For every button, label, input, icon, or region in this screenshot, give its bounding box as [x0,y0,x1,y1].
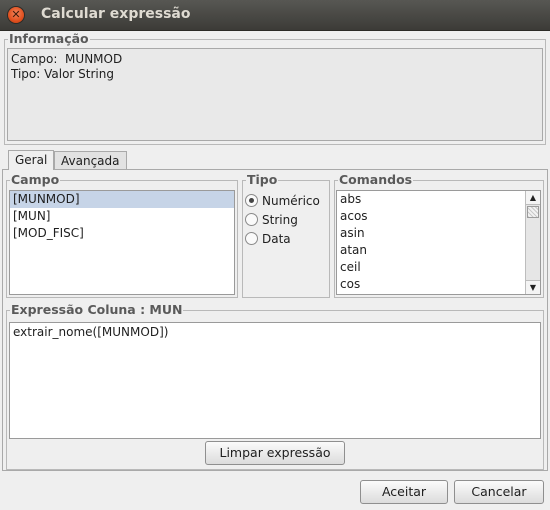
comandos-list-item[interactable]: abs [337,191,540,208]
window-title: Calcular expressão [41,6,191,22]
scroll-up-icon[interactable]: ▲ [526,191,540,205]
campo-list-item[interactable]: [MUN] [10,208,234,225]
close-icon[interactable]: ✕ [8,7,24,23]
radio-unchecked-icon [245,232,258,245]
title-bar: ✕ Calcular expressão [0,0,550,31]
tab-geral-label: Geral [15,153,48,167]
campo-list-item[interactable]: [MOD_FISC] [10,225,234,242]
radio-data[interactable]: Data [245,230,291,248]
tab-avancada[interactable]: Avançada [54,151,127,170]
comandos-list-item[interactable]: asin [337,225,540,242]
radio-string-label: String [262,213,298,227]
radio-unchecked-icon [245,213,258,226]
radio-checked-icon [245,194,258,207]
campo-list[interactable]: [MUNMOD] [MUN] [MOD_FISC] [9,190,235,295]
comandos-list-item[interactable]: acos [337,208,540,225]
expression-text: extrair_nome([MUNMOD]) [13,325,169,339]
accept-button[interactable]: Aceitar [360,480,448,504]
comandos-list-item[interactable]: atan [337,242,540,259]
expression-textarea[interactable]: extrair_nome([MUNMOD]) [9,322,541,439]
radio-data-label: Data [262,232,291,246]
tab-avancada-label: Avançada [61,154,120,168]
campo-list-item[interactable]: [MUNMOD] [10,191,234,208]
scroll-thumb[interactable] [527,206,539,218]
campo-legend: Campo [10,172,61,188]
info-text-area: Campo: MUNMOD Tipo: Valor String [7,48,543,141]
comandos-legend: Comandos [338,172,414,188]
clear-expression-button[interactable]: Limpar expressão [205,441,345,465]
expressao-legend: Expressão Coluna : MUN [10,302,184,318]
tipo-legend: Tipo [246,172,279,188]
info-campo-line: Campo: MUNMOD [11,52,123,66]
info-legend: Informação [8,31,90,47]
info-tipo-line: Tipo: Valor String [11,67,114,81]
radio-numerico[interactable]: Numérico [245,192,320,210]
cancel-button[interactable]: Cancelar [454,480,544,504]
comandos-list-item[interactable]: ceil [337,259,540,276]
tab-geral[interactable]: Geral [8,150,55,170]
scroll-down-icon[interactable]: ▼ [526,280,540,294]
comandos-list-item[interactable]: cos [337,276,540,293]
comandos-scrollbar[interactable]: ▲ ▼ [525,191,540,294]
radio-string[interactable]: String [245,211,298,229]
radio-numerico-label: Numérico [262,194,320,208]
comandos-list[interactable]: abs acos asin atan ceil cos ▲ ▼ [336,190,541,295]
